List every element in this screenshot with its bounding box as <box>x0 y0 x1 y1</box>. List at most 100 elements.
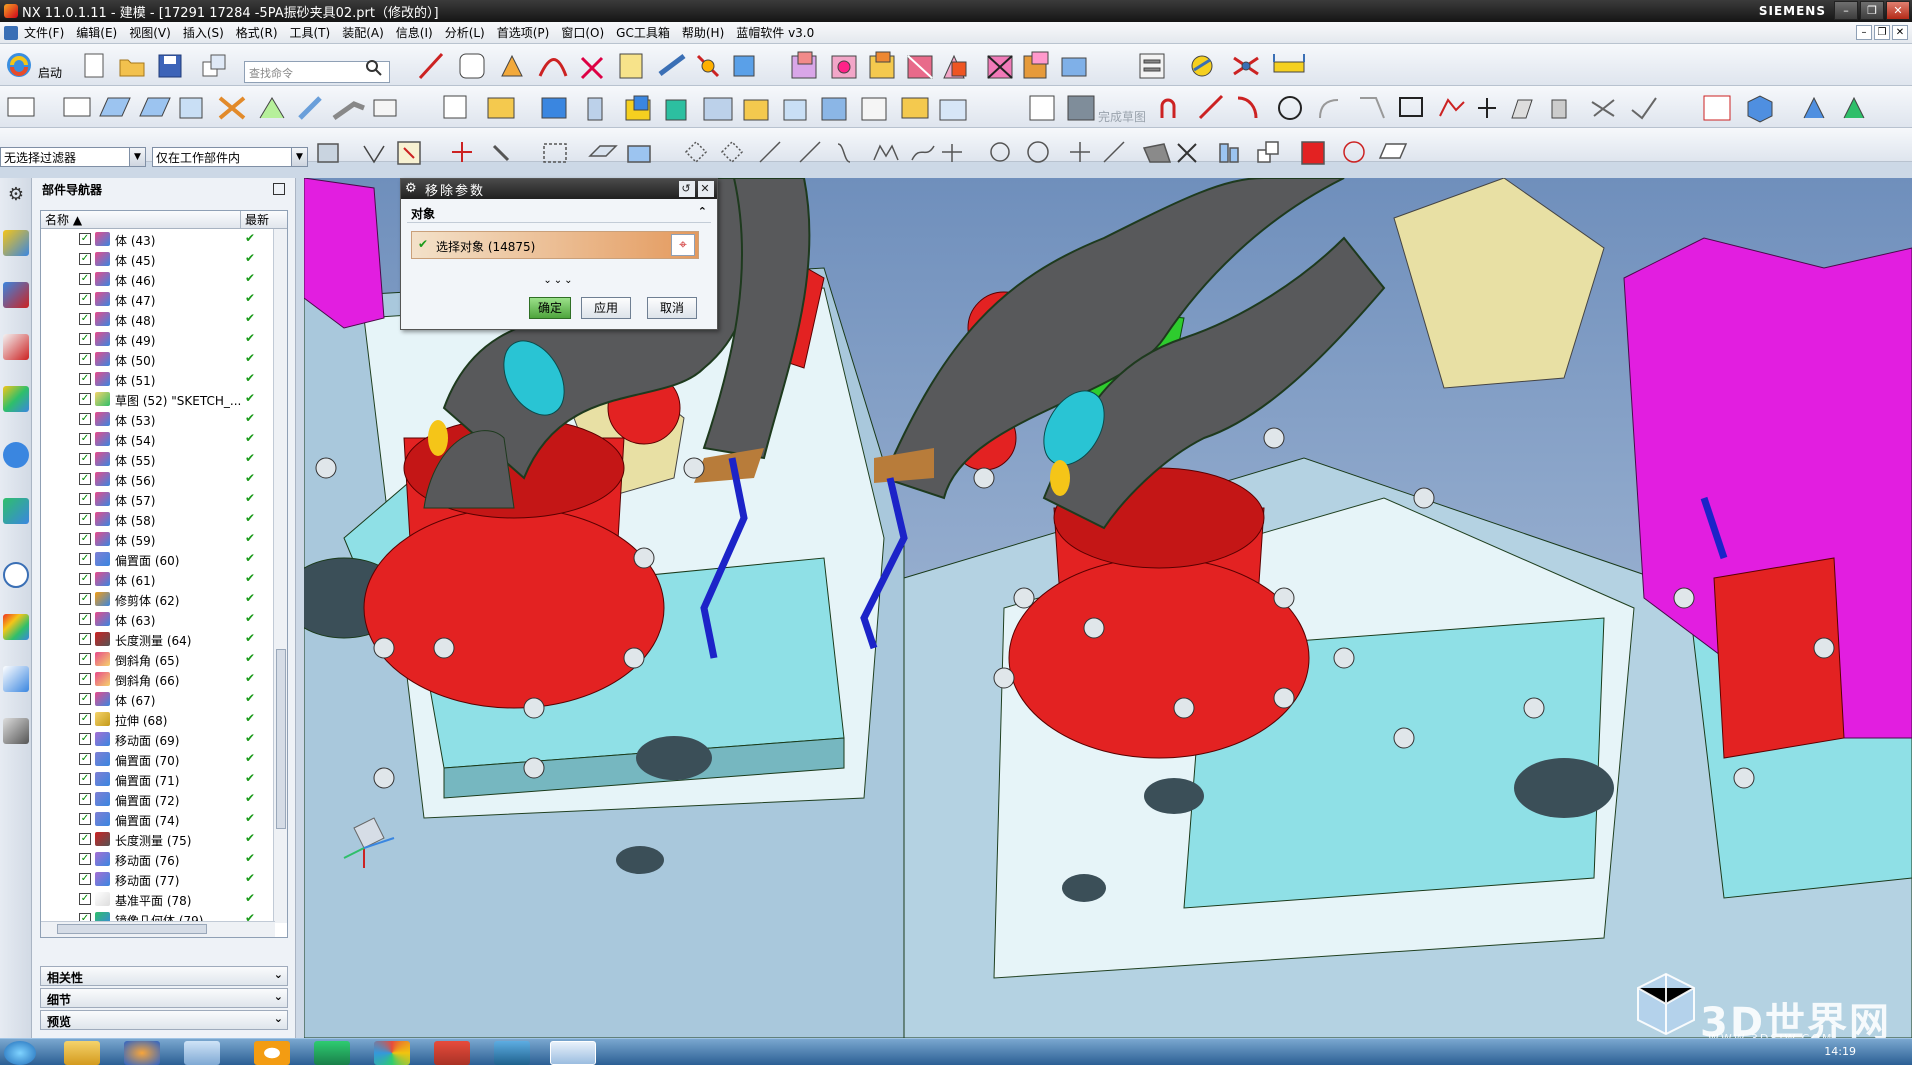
tree-row[interactable]: ✓ 体 (59) ✔ <box>41 529 287 549</box>
tree-row[interactable]: ✓ 偏置面 (70) ✔ <box>41 749 287 769</box>
chevron-down-icon[interactable]: ▼ <box>291 148 307 166</box>
chevron-down-icon[interactable]: ▼ <box>129 148 145 166</box>
tree-row[interactable]: ✓ 体 (55) ✔ <box>41 449 287 469</box>
nx-taskbar-icon[interactable] <box>550 1041 596 1065</box>
visibility-checkbox[interactable]: ✓ <box>79 473 91 485</box>
visibility-checkbox[interactable]: ✓ <box>79 593 91 605</box>
tree-row[interactable]: ✓ 体 (51) ✔ <box>41 369 287 389</box>
visibility-checkbox[interactable]: ✓ <box>79 393 91 405</box>
history-clock-icon[interactable] <box>3 562 29 588</box>
visibility-checkbox[interactable]: ✓ <box>79 313 91 325</box>
menu-tools[interactable]: 工具(T) <box>284 24 337 41</box>
tree-row[interactable]: ✓ 偏置面 (60) ✔ <box>41 549 287 569</box>
constraint-navigator-icon[interactable] <box>3 282 29 308</box>
visibility-checkbox[interactable]: ✓ <box>79 853 91 865</box>
reuse-library-icon[interactable] <box>3 386 29 412</box>
visibility-checkbox[interactable]: ✓ <box>79 873 91 885</box>
app-green-icon[interactable] <box>314 1041 350 1065</box>
menu-insert[interactable]: 插入(S) <box>177 24 230 41</box>
chevron-down-icon[interactable]: ⌄ <box>274 1012 283 1025</box>
tree-row[interactable]: ✓ 偏置面 (74) ✔ <box>41 809 287 829</box>
visibility-checkbox[interactable]: ✓ <box>79 253 91 265</box>
tree-row[interactable]: ✓ 体 (46) ✔ <box>41 269 287 289</box>
tree-row[interactable]: ✓ 基准平面 (78) ✔ <box>41 889 287 909</box>
minimize-button[interactable]: – <box>1834 1 1858 20</box>
visibility-checkbox[interactable]: ✓ <box>79 293 91 305</box>
apply-button[interactable]: 应用 <box>581 297 631 319</box>
panel-dependencies[interactable]: 相关性 ⌄ <box>40 966 288 986</box>
tree-row[interactable]: ✓ 体 (43) ✔ <box>41 229 287 249</box>
process-studio-icon[interactable] <box>3 666 29 692</box>
panel-preview[interactable]: 预览 ⌄ <box>40 1010 288 1030</box>
tree-row[interactable]: ✓ 草图 (52) "SKETCH_... ✔ <box>41 389 287 409</box>
start-icon[interactable] <box>4 50 34 80</box>
chevron-down-icon[interactable]: ⌄ <box>274 968 283 981</box>
restore-button[interactable]: ❐ <box>1860 1 1884 20</box>
feature-toolbar-icons[interactable] <box>412 48 1912 84</box>
tree-row[interactable]: ✓ 体 (49) ✔ <box>41 329 287 349</box>
firefox-icon[interactable] <box>124 1041 160 1065</box>
tree-row[interactable]: ✓ 体 (45) ✔ <box>41 249 287 269</box>
ok-button[interactable]: 确定 <box>529 297 571 319</box>
menu-window[interactable]: 窗口(O) <box>555 24 610 41</box>
visibility-checkbox[interactable]: ✓ <box>79 793 91 805</box>
app-blue-icon[interactable] <box>494 1041 530 1065</box>
tree-row[interactable]: ✓ 体 (53) ✔ <box>41 409 287 429</box>
menu-format[interactable]: 格式(R) <box>230 24 284 41</box>
tree-row[interactable]: ✓ 拉伸 (68) ✔ <box>41 709 287 729</box>
panel-details[interactable]: 细节 ⌄ <box>40 988 288 1008</box>
column-name[interactable]: 名称 ▲ <box>41 211 241 228</box>
visibility-checkbox[interactable]: ✓ <box>79 413 91 425</box>
menu-gc-toolbox[interactable]: GC工具箱 <box>610 24 676 41</box>
visibility-checkbox[interactable]: ✓ <box>79 273 91 285</box>
visibility-checkbox[interactable]: ✓ <box>79 353 91 365</box>
search-icon[interactable] <box>364 58 386 80</box>
doc-close-button[interactable]: ✕ <box>1892 25 1908 40</box>
menu-bluehat[interactable]: 蓝帽软件 v3.0 <box>730 24 820 41</box>
tree-row[interactable]: ✓ 长度测量 (64) ✔ <box>41 629 287 649</box>
tree-row[interactable]: ✓ 体 (54) ✔ <box>41 429 287 449</box>
menu-assembly[interactable]: 装配(A) <box>336 24 390 41</box>
reset-icon[interactable]: ↺ <box>679 181 695 197</box>
tree-row[interactable]: ✓ 体 (47) ✔ <box>41 289 287 309</box>
chevron-down-icon[interactable]: ⌄ <box>274 990 283 1003</box>
crosshair-icon[interactable]: ⌖ <box>671 234 695 256</box>
doc-restore-button[interactable]: ❐ <box>1874 25 1890 40</box>
select-object-field[interactable]: ✔ 选择对象 (14875) ⌖ <box>411 231 699 259</box>
explorer-icon[interactable] <box>64 1041 100 1065</box>
assembly-navigator-icon[interactable] <box>3 230 29 256</box>
tree-row[interactable]: ✓ 偏置面 (71) ✔ <box>41 769 287 789</box>
app-circle-icon[interactable] <box>254 1041 290 1065</box>
visibility-checkbox[interactable]: ✓ <box>79 733 91 745</box>
visibility-checkbox[interactable]: ✓ <box>79 893 91 905</box>
visibility-checkbox[interactable]: ✓ <box>79 833 91 845</box>
horizontal-scrollbar[interactable] <box>41 921 275 937</box>
app-red-icon[interactable] <box>434 1041 470 1065</box>
app-color-icon[interactable] <box>374 1041 410 1065</box>
document-icon[interactable] <box>4 25 18 40</box>
tree-row[interactable]: ✓ 体 (58) ✔ <box>41 509 287 529</box>
more-options-chevron-icon[interactable]: ⌄⌄⌄ <box>401 275 717 286</box>
selection-scope-select[interactable]: 仅在工作部件内 ▼ <box>152 147 308 167</box>
visibility-checkbox[interactable]: ✓ <box>79 453 91 465</box>
tree-row[interactable]: ✓ 移动面 (76) ✔ <box>41 849 287 869</box>
visibility-checkbox[interactable]: ✓ <box>79 233 91 245</box>
tree-row[interactable]: ✓ 体 (50) ✔ <box>41 349 287 369</box>
gear-icon[interactable]: ⚙ <box>405 181 419 196</box>
visibility-checkbox[interactable]: ✓ <box>79 333 91 345</box>
finish-sketch-label[interactable]: 完成草图 <box>1098 108 1146 125</box>
menu-analysis[interactable]: 分析(L) <box>439 24 491 41</box>
visibility-checkbox[interactable]: ✓ <box>79 433 91 445</box>
selection-toolbar-icons[interactable] <box>4 92 1912 124</box>
visibility-checkbox[interactable]: ✓ <box>79 613 91 625</box>
tree-row[interactable]: ✓ 修剪体 (62) ✔ <box>41 589 287 609</box>
visibility-checkbox[interactable]: ✓ <box>79 513 91 525</box>
tree-row[interactable]: ✓ 体 (67) ✔ <box>41 689 287 709</box>
snap-toolbar-icons[interactable] <box>312 138 1412 168</box>
visibility-checkbox[interactable]: ✓ <box>79 533 91 545</box>
visibility-checkbox[interactable]: ✓ <box>79 753 91 765</box>
visibility-checkbox[interactable]: ✓ <box>79 633 91 645</box>
settings-gear-icon[interactable]: ⚙ <box>3 184 29 210</box>
visibility-checkbox[interactable]: ✓ <box>79 673 91 685</box>
window-arrange-icon[interactable] <box>200 52 230 82</box>
